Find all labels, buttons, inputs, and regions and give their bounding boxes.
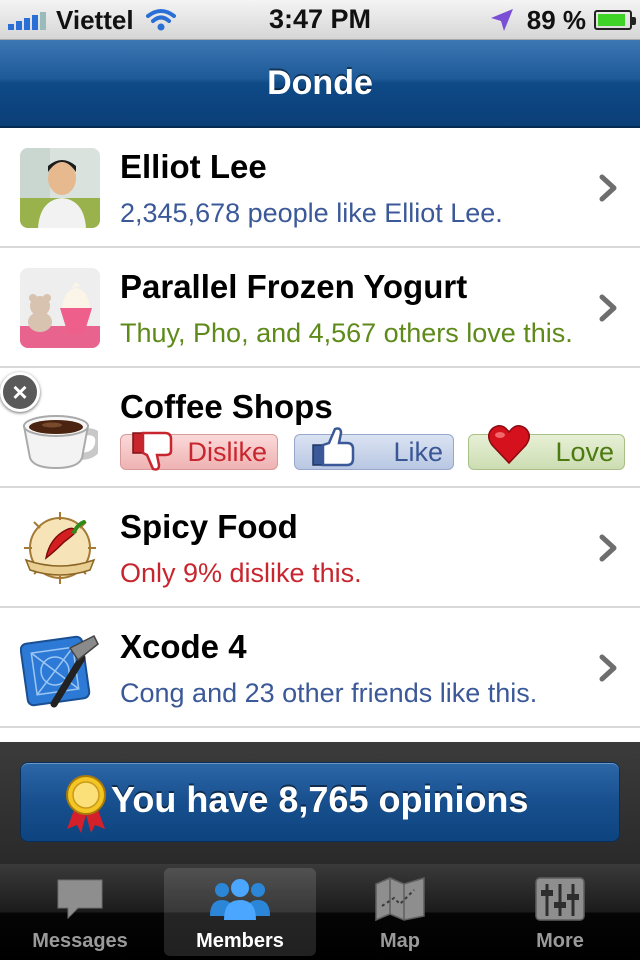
row-title: Elliot Lee [120,148,267,185]
like-label: Like [393,436,443,467]
frozen-yogurt-photo [20,268,100,348]
tab-more[interactable]: More [484,868,636,956]
opinions-list: Elliot Lee 2,345,678 people like Elliot … [0,128,640,728]
list-item[interactable]: Xcode 4 Cong and 23 other friends like t… [0,608,640,728]
list-item[interactable]: Parallel Frozen Yogurt Thuy, Pho, and 4,… [0,248,640,368]
status-bar: Viettel 3:47 PM 89 % [0,0,640,40]
like-button[interactable]: Like [294,427,454,470]
tab-label: Members [196,930,284,952]
chevron-right-icon [599,174,617,202]
close-icon[interactable]: × [0,372,40,412]
row-title: Spicy Food [120,508,298,545]
members-icon [210,879,270,920]
list-item[interactable]: Spicy Food Only 9% dislike this. [0,488,640,608]
row-title: Parallel Frozen Yogurt [120,268,468,305]
chevron-right-icon [599,294,617,322]
tab-map[interactable]: Map [324,868,476,956]
tab-label: Map [380,930,420,952]
tab-bar: Messages Members Map More [0,864,640,960]
row-subtitle: Thuy, Pho, and 4,567 others love this. [120,318,573,348]
map-icon [375,876,425,922]
page-title: Donde [267,64,373,102]
tab-messages[interactable]: Messages [4,868,156,956]
dislike-button[interactable]: Dislike [120,431,278,471]
row-subtitle: Only 9% dislike this. [120,558,362,588]
row-subtitle: 2,345,678 people like Elliot Lee. [120,198,503,228]
location-arrow-icon [490,9,513,31]
thumbs-up-icon [312,427,355,467]
navigation-bar: Donde [0,40,640,128]
list-item[interactable]: Elliot Lee 2,345,678 people like Elliot … [0,128,640,248]
chili-pepper-icon [20,508,100,588]
list-item-voting: × Coffee Shops Dislike Like Love [0,368,640,488]
row-subtitle: Cong and 23 other friends like this. [120,678,538,708]
dislike-label: Dislike [187,436,267,467]
medal-icon [66,775,106,833]
opinions-banner-button[interactable]: You have 8,765 opinions [20,762,620,842]
opinions-count-text: You have 8,765 opinions [111,779,529,820]
tab-members[interactable]: Members [164,868,316,956]
battery-icon [594,10,636,30]
person-photo [20,148,100,228]
chevron-right-icon [599,654,617,682]
tab-label: More [536,930,584,952]
love-label: Love [555,436,614,467]
xcode-hammer-icon [20,628,100,708]
thumbs-down-icon [132,431,173,471]
heart-icon [488,425,530,465]
speech-bubble-icon [57,879,103,920]
opinions-banner-area: You have 8,765 opinions [0,742,640,864]
love-button[interactable]: Love [468,425,625,470]
tab-label: Messages [32,930,128,952]
row-title: Coffee Shops [120,388,333,425]
row-title: Xcode 4 [120,628,247,665]
sliders-icon [535,877,585,921]
battery-percent: 89 % [526,4,586,35]
chevron-right-icon [599,534,617,562]
